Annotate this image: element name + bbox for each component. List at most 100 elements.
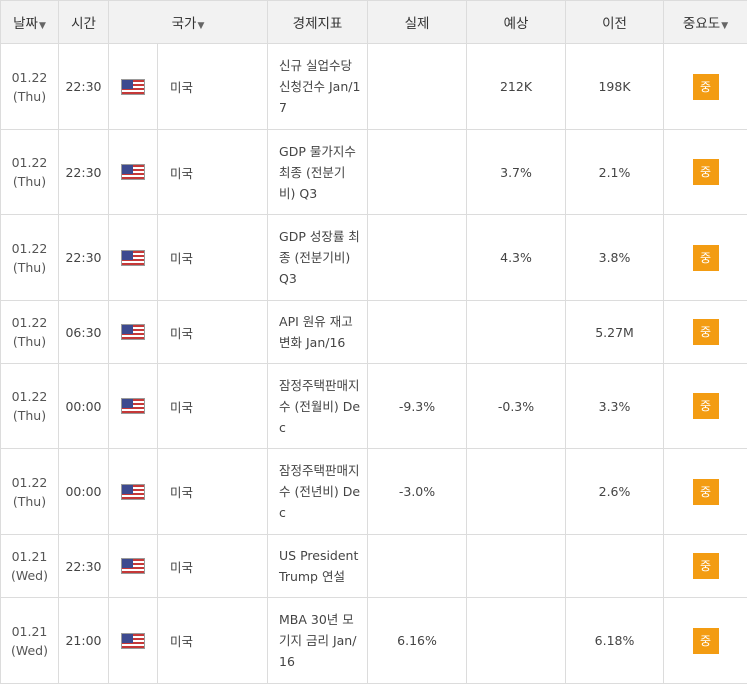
table-row[interactable]: 01.22(Thu) 22:30 미국 GDP 성장률 최종 (전분기비) Q3… bbox=[1, 215, 747, 301]
table-row[interactable]: 01.22(Thu) 00:00 미국 잠정주택판매지수 (전년비) Dec -… bbox=[1, 449, 747, 535]
flag-cell bbox=[109, 598, 158, 684]
time-column-header: 시간 bbox=[59, 1, 109, 44]
indicator-cell[interactable]: 잠정주택판매지수 (전년비) Dec bbox=[268, 449, 368, 535]
previous-cell: 5.27M bbox=[566, 301, 664, 364]
indicator-cell[interactable]: GDP 물가지수 최종 (전분기비) Q3 bbox=[268, 130, 368, 215]
date-cell: 01.21(Wed) bbox=[1, 535, 59, 598]
us-flag-icon bbox=[121, 79, 145, 95]
actual-cell: -9.3% bbox=[368, 364, 467, 449]
importance-cell: 중 bbox=[664, 364, 747, 449]
importance-cell: 중 bbox=[664, 535, 747, 598]
importance-cell: 중 bbox=[664, 301, 747, 364]
forecast-header-label: 예상 bbox=[504, 16, 529, 32]
us-flag-icon bbox=[121, 633, 145, 649]
date-value: 01.22 bbox=[1, 239, 58, 258]
previous-cell: 3.3% bbox=[566, 364, 664, 449]
day-value: (Thu) bbox=[1, 258, 58, 277]
forecast-cell: 212K bbox=[467, 44, 566, 130]
indicator-cell[interactable]: GDP 성장률 최종 (전분기비) Q3 bbox=[268, 215, 368, 301]
us-flag-icon bbox=[121, 324, 145, 340]
us-flag-icon bbox=[121, 164, 145, 180]
us-flag-icon bbox=[121, 484, 145, 500]
indicator-column-header: 경제지표 bbox=[268, 1, 368, 44]
day-value: (Thu) bbox=[1, 172, 58, 191]
country-cell: 미국 bbox=[158, 449, 268, 535]
actual-cell bbox=[368, 535, 467, 598]
indicator-cell[interactable]: 신규 실업수당 신청건수 Jan/17 bbox=[268, 44, 368, 130]
flag-cell bbox=[109, 215, 158, 301]
country-cell: 미국 bbox=[158, 130, 268, 215]
country-cell: 미국 bbox=[158, 535, 268, 598]
time-cell: 22:30 bbox=[59, 535, 109, 598]
table-row[interactable]: 01.22(Thu) 22:30 미국 GDP 물가지수 최종 (전분기비) Q… bbox=[1, 130, 747, 215]
day-value: (Wed) bbox=[1, 566, 58, 585]
table-row[interactable]: 01.22(Thu) 22:30 미국 신규 실업수당 신청건수 Jan/17 … bbox=[1, 44, 747, 130]
actual-cell bbox=[368, 44, 467, 130]
actual-cell bbox=[368, 215, 467, 301]
indicator-cell[interactable]: 잠정주택판매지수 (전월비) Dec bbox=[268, 364, 368, 449]
indicator-cell[interactable]: US President Trump 연설 bbox=[268, 535, 368, 598]
date-value: 01.22 bbox=[1, 153, 58, 172]
flag-cell bbox=[109, 449, 158, 535]
time-cell: 22:30 bbox=[59, 44, 109, 130]
country-cell: 미국 bbox=[158, 215, 268, 301]
forecast-cell bbox=[467, 535, 566, 598]
importance-cell: 중 bbox=[664, 598, 747, 684]
time-cell: 00:00 bbox=[59, 364, 109, 449]
actual-cell bbox=[368, 301, 467, 364]
date-value: 01.21 bbox=[1, 622, 58, 641]
date-header-label: 날짜 bbox=[13, 16, 38, 32]
importance-cell: 중 bbox=[664, 44, 747, 130]
date-cell: 01.22(Thu) bbox=[1, 130, 59, 215]
time-cell: 00:00 bbox=[59, 449, 109, 535]
previous-column-header: 이전 bbox=[566, 1, 664, 44]
date-cell: 01.22(Thu) bbox=[1, 449, 59, 535]
forecast-cell bbox=[467, 449, 566, 535]
actual-cell: 6.16% bbox=[368, 598, 467, 684]
forecast-cell bbox=[467, 301, 566, 364]
date-column-header[interactable]: 날짜▼ bbox=[1, 1, 59, 44]
date-cell: 01.21(Wed) bbox=[1, 598, 59, 684]
importance-badge: 중 bbox=[693, 245, 719, 271]
importance-badge: 중 bbox=[693, 159, 719, 185]
day-value: (Thu) bbox=[1, 87, 58, 106]
importance-badge: 중 bbox=[693, 74, 719, 100]
sort-down-icon: ▼ bbox=[39, 21, 46, 31]
date-cell: 01.22(Thu) bbox=[1, 215, 59, 301]
flag-cell bbox=[109, 301, 158, 364]
time-cell: 22:30 bbox=[59, 130, 109, 215]
importance-badge: 중 bbox=[693, 393, 719, 419]
table-row[interactable]: 01.22(Thu) 00:00 미국 잠정주택판매지수 (전월비) Dec -… bbox=[1, 364, 747, 449]
indicator-cell[interactable]: API 원유 재고 변화 Jan/16 bbox=[268, 301, 368, 364]
forecast-cell: -0.3% bbox=[467, 364, 566, 449]
previous-cell bbox=[566, 535, 664, 598]
day-value: (Thu) bbox=[1, 492, 58, 511]
country-column-header[interactable]: 국가▼ bbox=[109, 1, 268, 44]
us-flag-icon bbox=[121, 558, 145, 574]
forecast-cell bbox=[467, 598, 566, 684]
importance-badge: 중 bbox=[693, 628, 719, 654]
date-value: 01.22 bbox=[1, 387, 58, 406]
country-cell: 미국 bbox=[158, 301, 268, 364]
country-cell: 미국 bbox=[158, 44, 268, 130]
forecast-column-header: 예상 bbox=[467, 1, 566, 44]
importance-column-header[interactable]: 중요도▼ bbox=[664, 1, 747, 44]
date-cell: 01.22(Thu) bbox=[1, 44, 59, 130]
indicator-cell[interactable]: MBA 30년 모기지 금리 Jan/16 bbox=[268, 598, 368, 684]
table-row[interactable]: 01.21(Wed) 22:30 미국 US President Trump 연… bbox=[1, 535, 747, 598]
country-cell: 미국 bbox=[158, 598, 268, 684]
previous-cell: 2.6% bbox=[566, 449, 664, 535]
us-flag-icon bbox=[121, 250, 145, 266]
importance-badge: 중 bbox=[693, 319, 719, 345]
importance-badge: 중 bbox=[693, 553, 719, 579]
time-cell: 22:30 bbox=[59, 215, 109, 301]
country-cell: 미국 bbox=[158, 364, 268, 449]
flag-cell bbox=[109, 130, 158, 215]
table-row[interactable]: 01.21(Wed) 21:00 미국 MBA 30년 모기지 금리 Jan/1… bbox=[1, 598, 747, 684]
time-cell: 21:00 bbox=[59, 598, 109, 684]
us-flag-icon bbox=[121, 398, 145, 414]
forecast-cell: 3.7% bbox=[467, 130, 566, 215]
previous-cell: 3.8% bbox=[566, 215, 664, 301]
table-row[interactable]: 01.22(Thu) 06:30 미국 API 원유 재고 변화 Jan/16 … bbox=[1, 301, 747, 364]
date-cell: 01.22(Thu) bbox=[1, 364, 59, 449]
